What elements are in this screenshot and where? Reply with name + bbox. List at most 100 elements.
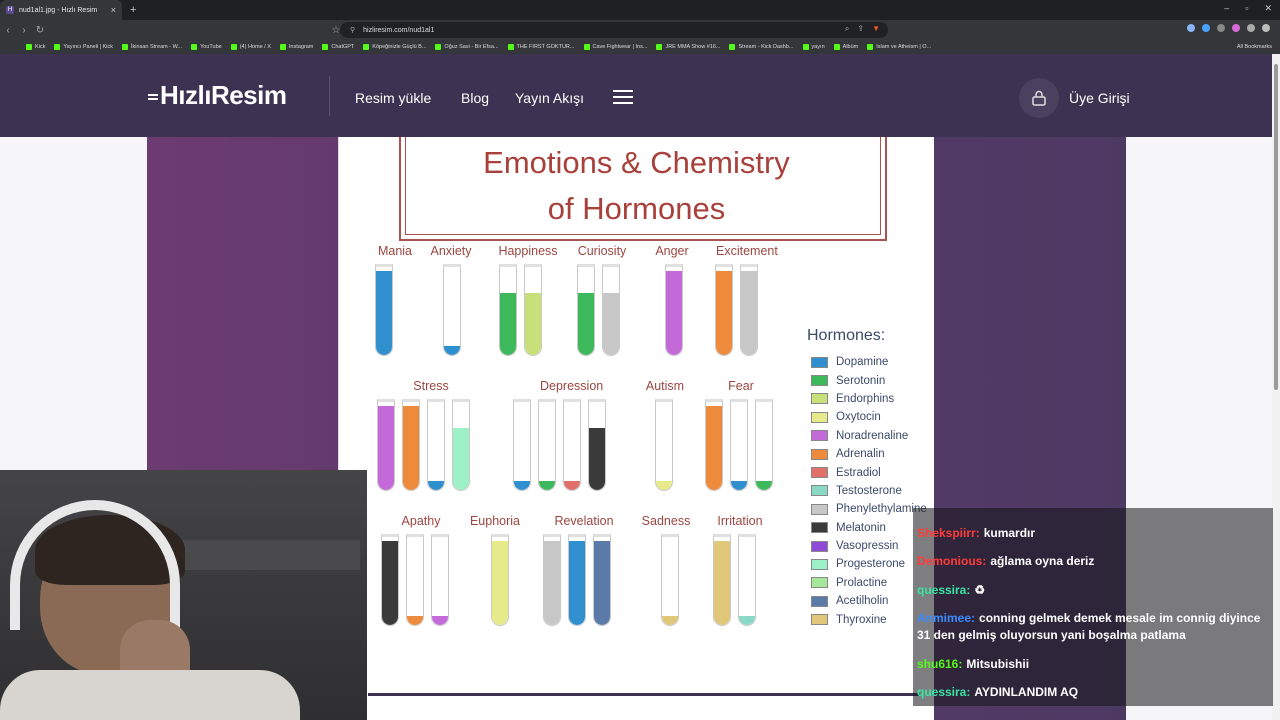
bookmark-item[interactable]: İkinsan Stream - W... [122, 44, 182, 50]
scrollbar-thumb[interactable] [1274, 64, 1278, 390]
tube-fill [589, 428, 605, 490]
legend-item: Estradiol [811, 463, 927, 481]
bookmark-favicon-icon [279, 44, 286, 50]
emotion-label: Irritation [717, 514, 763, 528]
menu-icon[interactable] [1262, 24, 1270, 32]
headset [10, 500, 180, 630]
legend-label: Melatonin [836, 521, 886, 534]
legend-label: Prolactine [836, 576, 888, 589]
bookmark-item[interactable]: Oğuz Sasi - Bir Efsa... [435, 44, 499, 50]
bookmark-favicon-icon [729, 44, 736, 50]
extension-icon[interactable] [1247, 24, 1255, 32]
back-icon[interactable]: ‹ [0, 25, 16, 36]
bookmark-item[interactable]: Islam ve Atheism | O... [867, 44, 931, 50]
lock-icon[interactable] [1019, 78, 1059, 118]
test-tube [593, 534, 611, 626]
test-tube-group [443, 264, 461, 356]
bookmark-item[interactable]: Albüm [833, 44, 858, 50]
bookmark-label: THE FIRST GOKTUR... [516, 44, 575, 50]
tube-fill [376, 271, 392, 355]
legend-label: Estradiol [836, 466, 881, 479]
bookmark-item[interactable]: Stream - Kick Dashb... [729, 44, 794, 50]
bookmark-item[interactable]: YouTube [191, 44, 222, 50]
nav-blog[interactable]: Blog [461, 90, 489, 106]
share-icon[interactable]: ⇪ [857, 24, 864, 34]
poster-title-line2: of Hormones [547, 191, 726, 226]
tube-fill [564, 481, 580, 490]
bookmark-item[interactable]: Yayıncı Paneli | Kick [54, 44, 113, 50]
tube-fill [382, 541, 398, 625]
bookmark-item[interactable]: Cave Fightwear | Ins... [583, 44, 648, 50]
test-tube [524, 264, 542, 356]
legend-item: Endorphins [811, 390, 927, 408]
emotion-label: Euphoria [469, 514, 521, 528]
bookmark-label: (4) Home / X [239, 44, 271, 50]
page-scrollbar[interactable] [1272, 54, 1280, 720]
nav-feed[interactable]: Yayın Akışı [515, 90, 584, 106]
test-tube [755, 399, 773, 491]
bookmark-item[interactable]: ChatGPT [322, 44, 354, 50]
test-tube [738, 534, 756, 626]
bookmark-item[interactable]: Instagram [279, 44, 313, 50]
bookmark-item[interactable]: THE FIRST GOKTUR... [507, 44, 575, 50]
site-logo[interactable]: HızlıResim [148, 80, 287, 111]
test-tube [427, 399, 445, 491]
legend-title: Hormones: [807, 327, 886, 344]
login-link[interactable]: Üye Girişi [1069, 90, 1130, 106]
bookmark-item[interactable]: Kick [26, 44, 45, 50]
tube-fill [428, 481, 444, 490]
close-tab-icon[interactable]: × [111, 5, 116, 15]
test-tube [563, 399, 581, 491]
test-tube [375, 264, 393, 356]
extension-icon[interactable] [1217, 24, 1225, 32]
legend-item: Testosterone [811, 482, 927, 500]
hamburger-menu-icon[interactable] [613, 90, 633, 104]
tube-fill [731, 481, 747, 490]
window-controls: – ▫ ✕ [1224, 3, 1272, 14]
legend-label: Adrenalin [836, 448, 885, 461]
minimize-icon[interactable]: – [1224, 3, 1229, 14]
site-info-icon[interactable]: ⚲ [350, 26, 355, 34]
chat-message: Anmimee: conning gelmek demek mesale im c… [917, 610, 1269, 644]
test-tube-group [665, 264, 683, 356]
bookmark-item[interactable]: yayın [802, 44, 825, 50]
bookmark-label: Cave Fightwear | Ins... [592, 44, 648, 50]
window-close-icon[interactable]: ✕ [1264, 3, 1272, 14]
brave-shield-icon[interactable]: ▼ [872, 24, 880, 34]
emotion-label: Autism [645, 379, 685, 393]
bookmark-label: JRE MMA Show #16... [665, 44, 721, 50]
maximize-icon[interactable]: ▫ [1245, 3, 1248, 14]
legend-label: Vasopressin [836, 540, 899, 553]
chat-message: Demonious: ağlama oyna deriz [917, 553, 1269, 570]
tube-fill [706, 406, 722, 490]
emotion-label: Anger [655, 244, 689, 258]
chat-username: Shekspiirr: [917, 526, 980, 540]
bookmark-label: Yayıncı Paneli | Kick [63, 44, 114, 50]
browser-tab[interactable]: H nud1al1.jpg - Hızlı Resim × [0, 0, 122, 20]
chat-message: shu616: Mitsubishii [917, 656, 1269, 673]
logo-text: HızlıResim [160, 80, 287, 110]
extension-icon[interactable] [1232, 24, 1240, 32]
extension-icon[interactable] [1202, 24, 1210, 32]
test-tube [431, 534, 449, 626]
nav-upload[interactable]: Resim yükle [355, 90, 431, 106]
bookmark-item[interactable]: Köpeğinizle Güçlü B... [363, 44, 426, 50]
legend-swatch [811, 540, 828, 552]
bookmark-item[interactable]: JRE MMA Show #16... [656, 44, 720, 50]
chat-username: quessira: [917, 583, 971, 597]
new-tab-button[interactable]: + [130, 4, 136, 16]
all-bookmarks-folder[interactable]: All Bookmarks [1237, 40, 1272, 54]
extension-icon[interactable] [1187, 24, 1195, 32]
bookmark-favicon-icon [656, 44, 663, 50]
zoom-icon[interactable]: ⌕ [845, 24, 849, 34]
forward-icon[interactable]: › [16, 25, 32, 36]
reload-icon[interactable]: ↻ [32, 25, 48, 36]
chat-username: Anmimee: [917, 611, 976, 625]
browser-tab-bar: H nud1al1.jpg - Hızlı Resim × + – ▫ ✕ [0, 0, 1280, 20]
url-field[interactable]: ⚲ hizliresim.com/nud1al1 ⌕ ⇪ ▼ [340, 22, 888, 38]
bookmark-favicon-icon [191, 44, 198, 50]
bookmark-item[interactable]: (4) Home / X [230, 44, 271, 50]
legend-item: Vasopressin [811, 537, 927, 555]
test-tube-group [661, 534, 679, 626]
legend-item: Dopamine [811, 353, 927, 371]
